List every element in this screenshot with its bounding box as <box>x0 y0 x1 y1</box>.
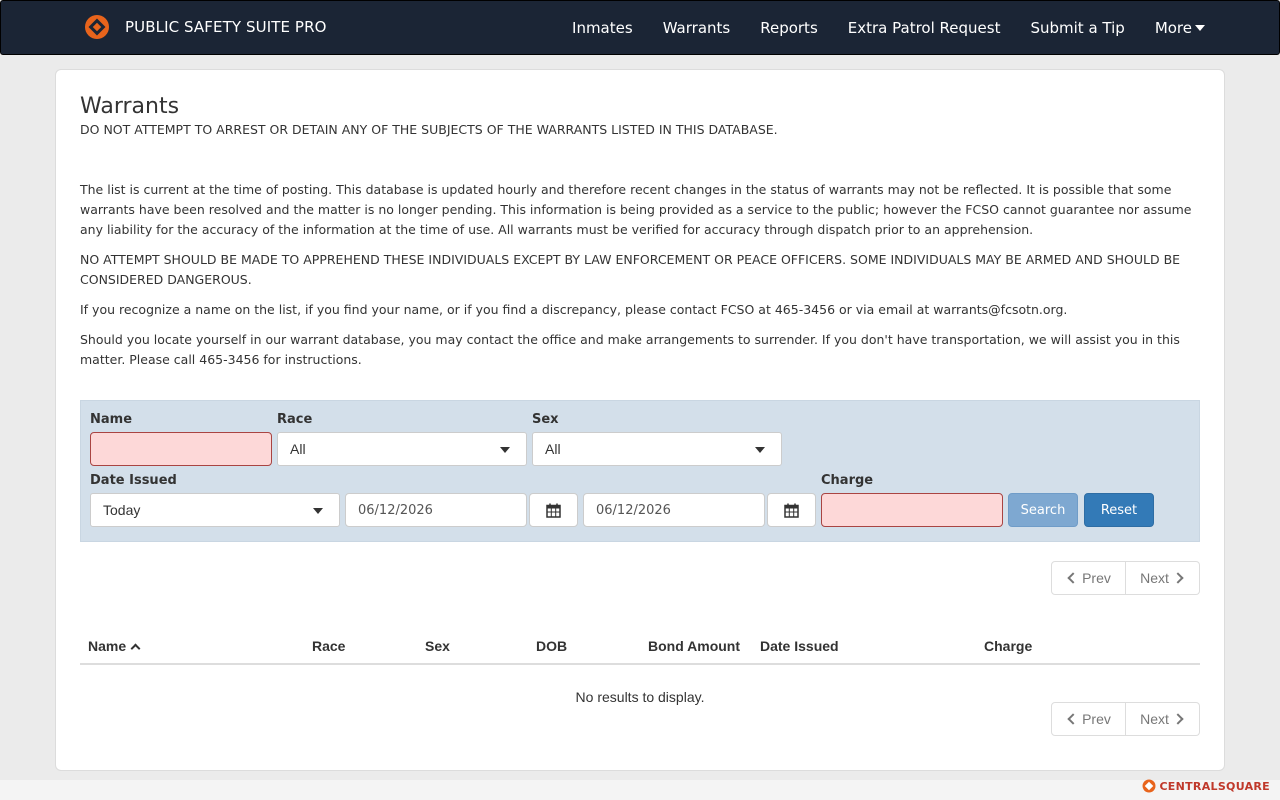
nav-item-extra-patrol-request[interactable]: Extra Patrol Request <box>848 19 1001 37</box>
warrants-table-header: Name Race Sex DOB Bond Amount Date Issue… <box>80 633 1200 665</box>
next-page-button[interactable]: Next <box>1126 561 1200 595</box>
chevron-right-icon <box>1172 713 1184 725</box>
pagination-bottom: Prev Next <box>1051 702 1200 736</box>
nav-item-inmates[interactable]: Inmates <box>572 19 633 37</box>
chevron-down-icon <box>313 508 323 514</box>
nav-item-more-dropdown[interactable]: More <box>1155 19 1205 37</box>
column-header-date-issued[interactable]: Date Issued <box>760 638 839 654</box>
column-header-charge[interactable]: Charge <box>984 638 1032 654</box>
nav-item-warrants[interactable]: Warrants <box>663 19 731 37</box>
top-navbar: PUBLIC SAFETY SUITE PRO Inmates Warrants… <box>0 0 1280 55</box>
main-panel: Warrants DO NOT ATTEMPT TO ARREST OR DET… <box>55 69 1225 771</box>
calendar-icon <box>546 503 561 518</box>
charge-label: Charge <box>821 473 874 488</box>
footer <box>0 780 1280 800</box>
disclaimer-paragraph: The list is current at the time of posti… <box>80 182 1192 237</box>
chevron-left-icon <box>1067 572 1079 584</box>
column-header-name[interactable]: Name <box>88 638 141 654</box>
date-issued-select[interactable]: Today <box>90 493 340 527</box>
sex-select-value: All <box>545 441 561 457</box>
race-select-value: All <box>290 441 306 457</box>
prev-label: Prev <box>1082 711 1111 727</box>
chevron-down-icon <box>500 447 510 453</box>
nav-menu: Inmates Warrants Reports Extra Patrol Re… <box>572 1 1205 55</box>
prev-page-button[interactable]: Prev <box>1051 561 1126 595</box>
name-label: Name <box>90 412 133 427</box>
next-label: Next <box>1140 570 1169 586</box>
next-label: Next <box>1140 711 1169 727</box>
calendar-icon <box>784 503 799 518</box>
reset-button[interactable]: Reset <box>1084 493 1154 527</box>
footer-logo-text: CENTRALSQUARE <box>1159 779 1270 793</box>
column-header-sex[interactable]: Sex <box>425 638 450 654</box>
brand-name: PUBLIC SAFETY SUITE PRO <box>125 18 327 36</box>
pagination-top: Prev Next <box>1051 561 1200 595</box>
date-to-calendar-button[interactable] <box>767 493 816 527</box>
name-input[interactable] <box>90 432 272 466</box>
contact-paragraph: If you recognize a name on the list, if … <box>80 302 1068 317</box>
search-button[interactable]: Search <box>1008 493 1078 527</box>
date-from-calendar-button[interactable] <box>529 493 578 527</box>
date-issued-label: Date Issued <box>90 473 177 488</box>
page-title: Warrants <box>80 94 180 119</box>
prev-label: Prev <box>1082 570 1111 586</box>
footer-logo: CENTRALSQUARE <box>1142 779 1270 793</box>
empty-results-message: No results to display. <box>575 689 705 705</box>
column-header-name-label: Name <box>88 638 127 654</box>
nav-item-reports[interactable]: Reports <box>760 19 818 37</box>
nav-item-submit-a-tip[interactable]: Submit a Tip <box>1030 19 1124 37</box>
next-page-button[interactable]: Next <box>1126 702 1200 736</box>
column-header-dob[interactable]: DOB <box>536 638 567 654</box>
date-to-input[interactable]: 06/12/2026 <box>583 493 765 527</box>
race-label: Race <box>277 412 313 427</box>
date-issued-select-value: Today <box>103 502 141 518</box>
brand-logo-icon <box>85 15 109 39</box>
warning-notice: DO NOT ATTEMPT TO ARREST OR DETAIN ANY O… <box>80 122 778 137</box>
danger-paragraph: NO ATTEMPT SHOULD BE MADE TO APPREHEND T… <box>80 252 1181 287</box>
sex-label: Sex <box>532 412 559 427</box>
brand[interactable]: PUBLIC SAFETY SUITE PRO <box>84 14 327 40</box>
column-header-race[interactable]: Race <box>312 638 345 654</box>
centralsquare-logo-icon <box>1142 779 1156 793</box>
chevron-down-icon <box>755 447 765 453</box>
chevron-left-icon <box>1067 713 1079 725</box>
date-from-input[interactable]: 06/12/2026 <box>345 493 527 527</box>
charge-input[interactable] <box>821 493 1003 527</box>
prev-page-button[interactable]: Prev <box>1051 702 1126 736</box>
surrender-paragraph: Should you locate yourself in our warran… <box>80 332 1180 367</box>
more-label: More <box>1154 19 1192 37</box>
column-header-bond-amount[interactable]: Bond Amount <box>648 638 740 654</box>
sex-select[interactable]: All <box>532 432 782 466</box>
chevron-right-icon <box>1172 572 1184 584</box>
search-filters: Name Race All Sex All Date Issued Today … <box>80 400 1200 542</box>
sort-ascending-icon <box>130 643 141 653</box>
race-select[interactable]: All <box>277 432 527 466</box>
caret-down-icon <box>1195 25 1205 31</box>
